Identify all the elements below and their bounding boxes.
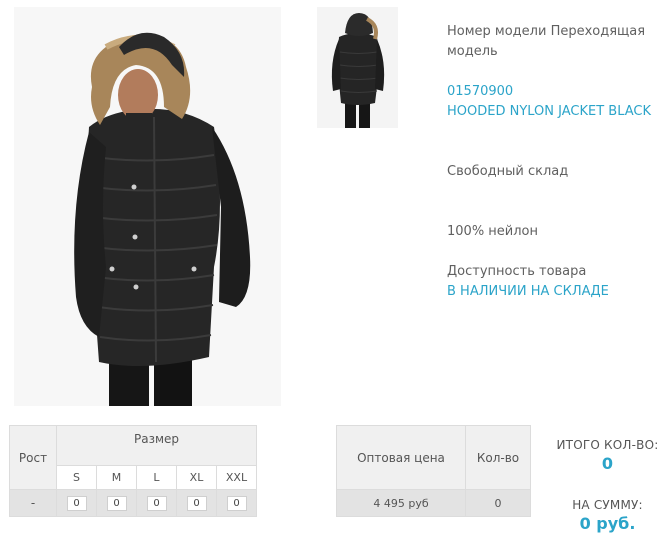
quantity-header: Кол-во: [465, 425, 531, 490]
qty-cell-xxl: 0: [216, 489, 257, 517]
price-table: Оптовая цена Кол-во 4 495 руб 0: [336, 425, 531, 517]
jacket-back-photo: [317, 7, 398, 128]
product-sku: 01570900: [447, 84, 514, 99]
wholesale-price-header: Оптовая цена: [336, 425, 466, 490]
availability-label: Доступность товара: [447, 264, 587, 279]
total-sum: НА СУММУ: 0 руб.: [545, 498, 670, 533]
size-column-xl: XL: [176, 465, 217, 490]
size-quantity-table: Рост Размер S M L XL XXL - 0 0 0 0 0: [9, 425, 257, 517]
qty-cell-m: 0: [96, 489, 137, 517]
size-column-xxl: XXL: [216, 465, 257, 490]
availability-status: В НАЛИЧИИ НА СКЛАДЕ: [447, 284, 609, 299]
model-number: Номер модели Переходящая модель: [447, 22, 662, 62]
quantity-value: 0: [465, 489, 531, 517]
jacket-front-photo: [14, 7, 281, 406]
height-value: -: [9, 489, 57, 517]
qty-cell-l: 0: [136, 489, 177, 517]
qty-cell-s: 0: [56, 489, 97, 517]
height-header: Рост: [9, 425, 57, 490]
qty-input-l[interactable]: 0: [146, 496, 167, 511]
qty-input-xxl[interactable]: 0: [226, 496, 247, 511]
qty-input-xl[interactable]: 0: [186, 496, 207, 511]
total-quantity-label: ИТОГО КОЛ-ВО:: [556, 438, 659, 452]
warehouse-label: Свободный склад: [447, 164, 569, 179]
size-column-s: S: [56, 465, 97, 490]
product-main-image[interactable]: [14, 7, 281, 406]
model-number-label: Номер модели: [447, 24, 547, 39]
wholesale-price-value: 4 495 руб: [336, 489, 466, 517]
total-quantity-value: 0: [601, 454, 614, 473]
size-column-l: L: [136, 465, 177, 490]
size-column-m: M: [96, 465, 137, 490]
qty-input-m[interactable]: 0: [106, 496, 127, 511]
product-thumbnail[interactable]: [317, 7, 398, 128]
total-quantity: ИТОГО КОЛ-ВО: 0: [545, 438, 670, 473]
material-label: 100% нейлон: [447, 224, 539, 239]
qty-input-s[interactable]: 0: [66, 496, 87, 511]
size-header: Размер: [56, 425, 257, 466]
total-sum-value: 0 руб.: [579, 514, 636, 533]
qty-cell-xl: 0: [176, 489, 217, 517]
product-name: HOODED NYLON JACKET BLACK: [447, 104, 652, 119]
total-sum-label: НА СУММУ:: [572, 498, 643, 512]
